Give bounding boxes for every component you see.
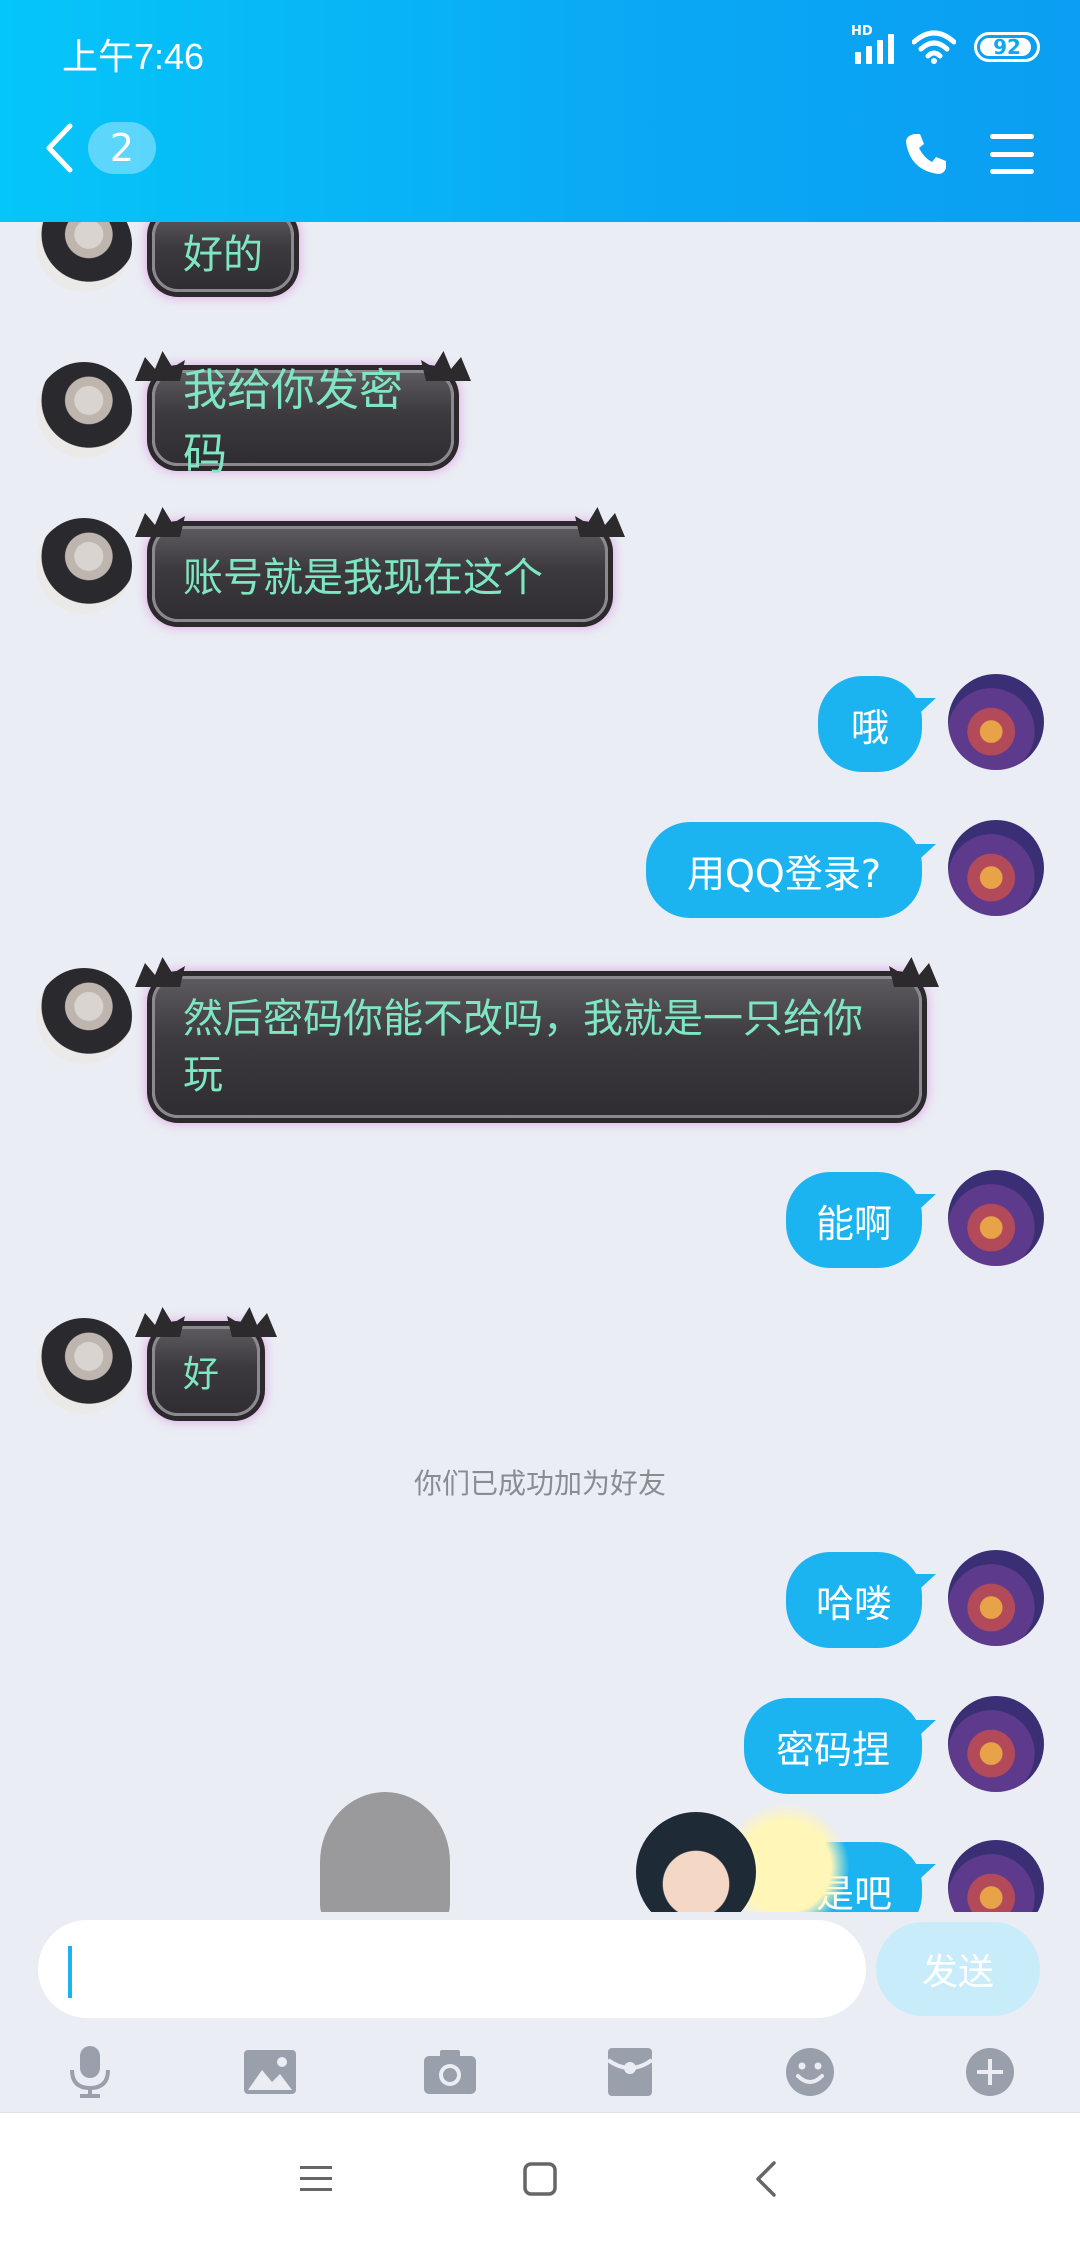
self-avatar[interactable] bbox=[948, 674, 1044, 770]
menu-icon[interactable] bbox=[990, 134, 1034, 174]
phone-icon[interactable] bbox=[902, 130, 950, 178]
message-text: 密码捏 bbox=[775, 1727, 890, 1772]
message-bubble[interactable]: 密码捏 bbox=[744, 1698, 922, 1794]
red-packet-icon[interactable] bbox=[600, 2042, 660, 2102]
sticker-silhouette bbox=[320, 1792, 450, 1912]
message-bubble[interactable]: 用QQ登录? bbox=[646, 822, 922, 918]
self-avatar[interactable] bbox=[948, 1550, 1044, 1646]
self-avatar[interactable] bbox=[948, 1840, 1044, 1912]
message-text: 然后密码你能不改吗，我就是一只给你玩 bbox=[183, 996, 863, 1098]
back-nav-icon[interactable] bbox=[736, 2149, 796, 2209]
input-area: 发送 bbox=[0, 1912, 1080, 2112]
battery-icon: 92 bbox=[974, 32, 1040, 62]
message-text: 哈喽 bbox=[816, 1581, 893, 1626]
friend-avatar[interactable] bbox=[36, 968, 132, 1064]
plus-icon[interactable] bbox=[960, 2042, 1020, 2102]
friend-avatar[interactable] bbox=[36, 362, 132, 458]
chevron-left-icon bbox=[46, 123, 73, 173]
home-icon[interactable] bbox=[510, 2149, 570, 2209]
signal-icon: HD bbox=[851, 24, 894, 64]
wifi-icon bbox=[912, 30, 956, 64]
message-text: 账号就是我现在这个 bbox=[183, 555, 543, 601]
emoji-icon[interactable] bbox=[780, 2042, 840, 2102]
status-icons: HD 92 bbox=[851, 24, 1040, 64]
status-time: 上午7:46 bbox=[62, 36, 205, 77]
send-button[interactable]: 发送 bbox=[876, 1922, 1040, 2016]
message-bubble[interactable]: 哈喽 bbox=[786, 1552, 922, 1648]
text-caret bbox=[68, 1946, 72, 1998]
message-bubble[interactable]: 账号就是我现在这个 bbox=[135, 507, 608, 622]
message-bubble[interactable]: 我给你发密码 bbox=[135, 351, 454, 480]
system-note: 你们已成功加为好友 bbox=[413, 1467, 666, 1500]
message-bubble[interactable]: 好的 bbox=[152, 222, 294, 292]
unread-count-badge: 2 bbox=[88, 122, 156, 174]
toolbar bbox=[0, 2032, 1080, 2104]
message-bubble[interactable]: 能啊 bbox=[786, 1172, 922, 1268]
self-avatar[interactable] bbox=[948, 820, 1044, 916]
message-bubble[interactable]: 然后密码你能不改吗，我就是一只给你玩 bbox=[135, 957, 922, 1118]
message-input[interactable] bbox=[38, 1920, 866, 2018]
system-nav-bar bbox=[0, 2112, 1080, 2244]
message-text: 哦 bbox=[850, 705, 889, 750]
message-bubble[interactable]: 哦 bbox=[818, 676, 922, 772]
message-text: 好的 bbox=[183, 232, 263, 278]
message-text: 能啊 bbox=[816, 1201, 893, 1246]
friend-avatar[interactable] bbox=[36, 222, 132, 292]
self-avatar[interactable] bbox=[948, 1696, 1044, 1792]
message-text: 好 bbox=[183, 1354, 220, 1395]
message-text: 我给你发密码 bbox=[183, 365, 403, 480]
camera-icon[interactable] bbox=[420, 2042, 480, 2102]
image-icon[interactable] bbox=[240, 2042, 300, 2102]
friend-avatar[interactable] bbox=[36, 1318, 132, 1414]
back-button[interactable]: 2 bbox=[44, 122, 156, 174]
message-text: 用QQ登录? bbox=[687, 851, 881, 896]
mic-icon[interactable] bbox=[60, 2042, 120, 2102]
message-list[interactable]: 好的 我给你发密码 账号就是我现在这个 哦 用QQ登录? 然后密码你能不改吗，我… bbox=[0, 222, 1080, 1912]
self-avatar[interactable] bbox=[948, 1170, 1044, 1266]
recent-apps-icon[interactable] bbox=[286, 2149, 346, 2209]
friend-avatar[interactable] bbox=[36, 518, 132, 614]
message-bubble[interactable]: 好 bbox=[135, 1307, 260, 1416]
network-label: HD bbox=[851, 24, 873, 39]
battery-level: 92 bbox=[993, 35, 1021, 59]
chat-header: 上午7:46 HD 92 2 bbox=[0, 0, 1080, 222]
